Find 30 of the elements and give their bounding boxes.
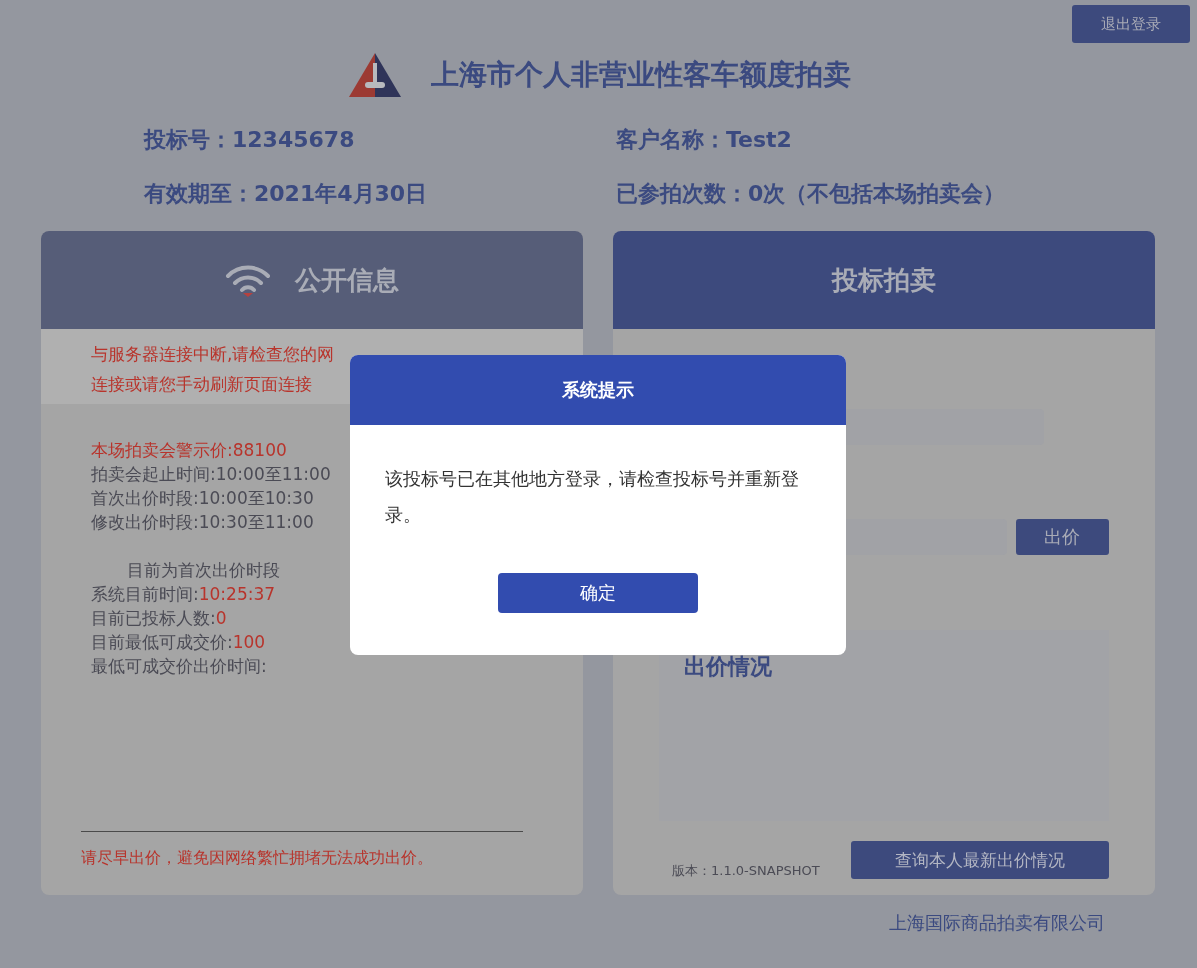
info-line: 目前已投标人数:0 xyxy=(91,607,227,630)
logo-icon xyxy=(346,51,403,99)
alert-text: 与服务器连接中断,请检查您的网 xyxy=(91,343,336,366)
panel-title: 公开信息 xyxy=(295,263,399,297)
info-line: 本场拍卖会警示价:88100 xyxy=(91,439,287,462)
bidder-info-text: 投标号：12345678 xyxy=(144,127,356,153)
info-line: 最低可成交价出价时间: xyxy=(91,655,267,678)
confirm-button[interactable]: 确定 xyxy=(498,573,698,613)
info-line: 修改出价时段:10:30至11:00 xyxy=(91,511,314,534)
bidder-info-text: 已参拍次数：0次（不包括本场拍卖会） xyxy=(616,181,1007,207)
version-text: 版本：1.1.0-SNAPSHOT xyxy=(672,862,820,880)
panel-title: 投标拍卖 xyxy=(832,263,936,297)
footer-note: 请尽早出价，避免因网络繁忙拥堵无法成功出价。 xyxy=(81,848,433,867)
bidder-info-text: 有效期至：2021年4月30日 xyxy=(144,181,429,207)
page-title: 上海市个人非营业性客车额度拍卖 xyxy=(430,57,851,93)
info-line: 系统目前时间:10:25:37 xyxy=(91,583,276,606)
info-line: 目前为首次出价时段 xyxy=(126,559,280,582)
wifi-icon xyxy=(225,263,271,297)
query-bid-button[interactable]: 查询本人最新出价情况 xyxy=(851,841,1109,879)
company-name: 上海国际商品拍卖有限公司 xyxy=(889,911,1105,935)
info-line: 目前最低可成交价:100 xyxy=(91,631,266,654)
alert-text: 连接或请您手动刷新页面连接 xyxy=(91,373,313,396)
bid-button[interactable]: 出价 xyxy=(1015,519,1109,555)
bidder-info-text: 客户名称：Test2 xyxy=(616,127,793,153)
bid-status-title: 出价情况 xyxy=(684,654,772,679)
dialog-message: 该投标号已在其他地方登录，请检查投标号并重新登录。 xyxy=(385,467,800,527)
dialog-title: 系统提示 xyxy=(562,378,634,402)
logout-button[interactable]: 退出登录 xyxy=(1072,5,1190,43)
info-line: 拍卖会起止时间:10:00至11:00 xyxy=(91,463,331,486)
info-line: 首次出价时段:10:00至10:30 xyxy=(91,487,314,510)
